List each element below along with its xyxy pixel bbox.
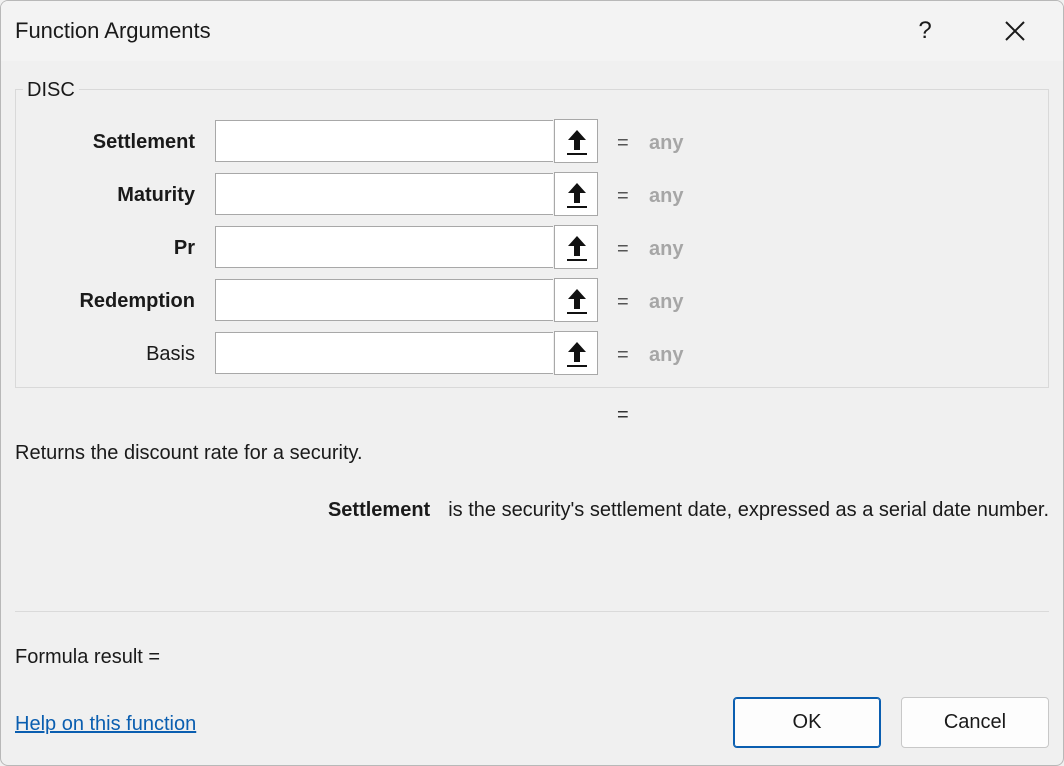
function-arguments-dialog: Function Arguments ? DISC Settlement = a… [0, 0, 1064, 766]
arg-label-pr: Pr [173, 237, 195, 259]
cancel-button[interactable]: Cancel [901, 697, 1049, 748]
formula-result: Formula result = [15, 646, 161, 668]
function-name: DISC [23, 79, 79, 102]
argument-help: Settlement is the security's settlement d… [328, 499, 1049, 522]
help-button[interactable]: ? [903, 9, 947, 53]
pr-collapse-button[interactable] [554, 225, 598, 269]
collapse-arrow-icon [567, 236, 587, 261]
arg-label-maturity: Maturity [117, 184, 195, 206]
ok-button[interactable]: OK [733, 697, 881, 748]
dialog-title: Function Arguments [15, 18, 211, 43]
collapse-arrow-icon [567, 130, 587, 155]
function-result-equals: = [617, 404, 629, 426]
collapse-arrow-icon [567, 183, 587, 208]
arg-label-basis: Basis [146, 343, 195, 365]
redemption-result: any [649, 291, 684, 313]
collapse-arrow-icon [567, 342, 587, 367]
maturity-collapse-button[interactable] [554, 172, 598, 216]
redemption-equals: = [617, 291, 629, 313]
pr-equals: = [617, 238, 629, 260]
settlement-equals: = [617, 132, 629, 154]
arg-label-redemption: Redemption [79, 290, 195, 312]
redemption-input[interactable] [215, 279, 553, 321]
help-on-function-link[interactable]: Help on this function [15, 713, 196, 736]
basis-collapse-button[interactable] [554, 331, 598, 375]
close-button[interactable] [993, 9, 1037, 53]
argument-help-text: is the security's settlement date, expre… [448, 499, 1049, 521]
argument-help-name: Settlement [327, 499, 431, 521]
basis-result: any [649, 344, 684, 366]
function-description: Returns the discount rate for a security… [15, 442, 363, 464]
divider [15, 611, 1049, 612]
maturity-input[interactable] [215, 173, 553, 215]
maturity-result: any [649, 185, 684, 207]
redemption-collapse-button[interactable] [554, 278, 598, 322]
basis-equals: = [617, 344, 629, 366]
arg-label-settlement: Settlement [92, 131, 195, 153]
settlement-collapse-button[interactable] [554, 119, 598, 163]
maturity-equals: = [617, 185, 629, 207]
settlement-input[interactable] [215, 120, 553, 162]
close-icon [1005, 21, 1025, 41]
title-bar: Function Arguments ? [1, 1, 1063, 61]
pr-result: any [649, 238, 684, 260]
basis-input[interactable] [215, 332, 553, 374]
settlement-result: any [649, 132, 684, 154]
pr-input[interactable] [215, 226, 553, 268]
collapse-arrow-icon [567, 289, 587, 314]
